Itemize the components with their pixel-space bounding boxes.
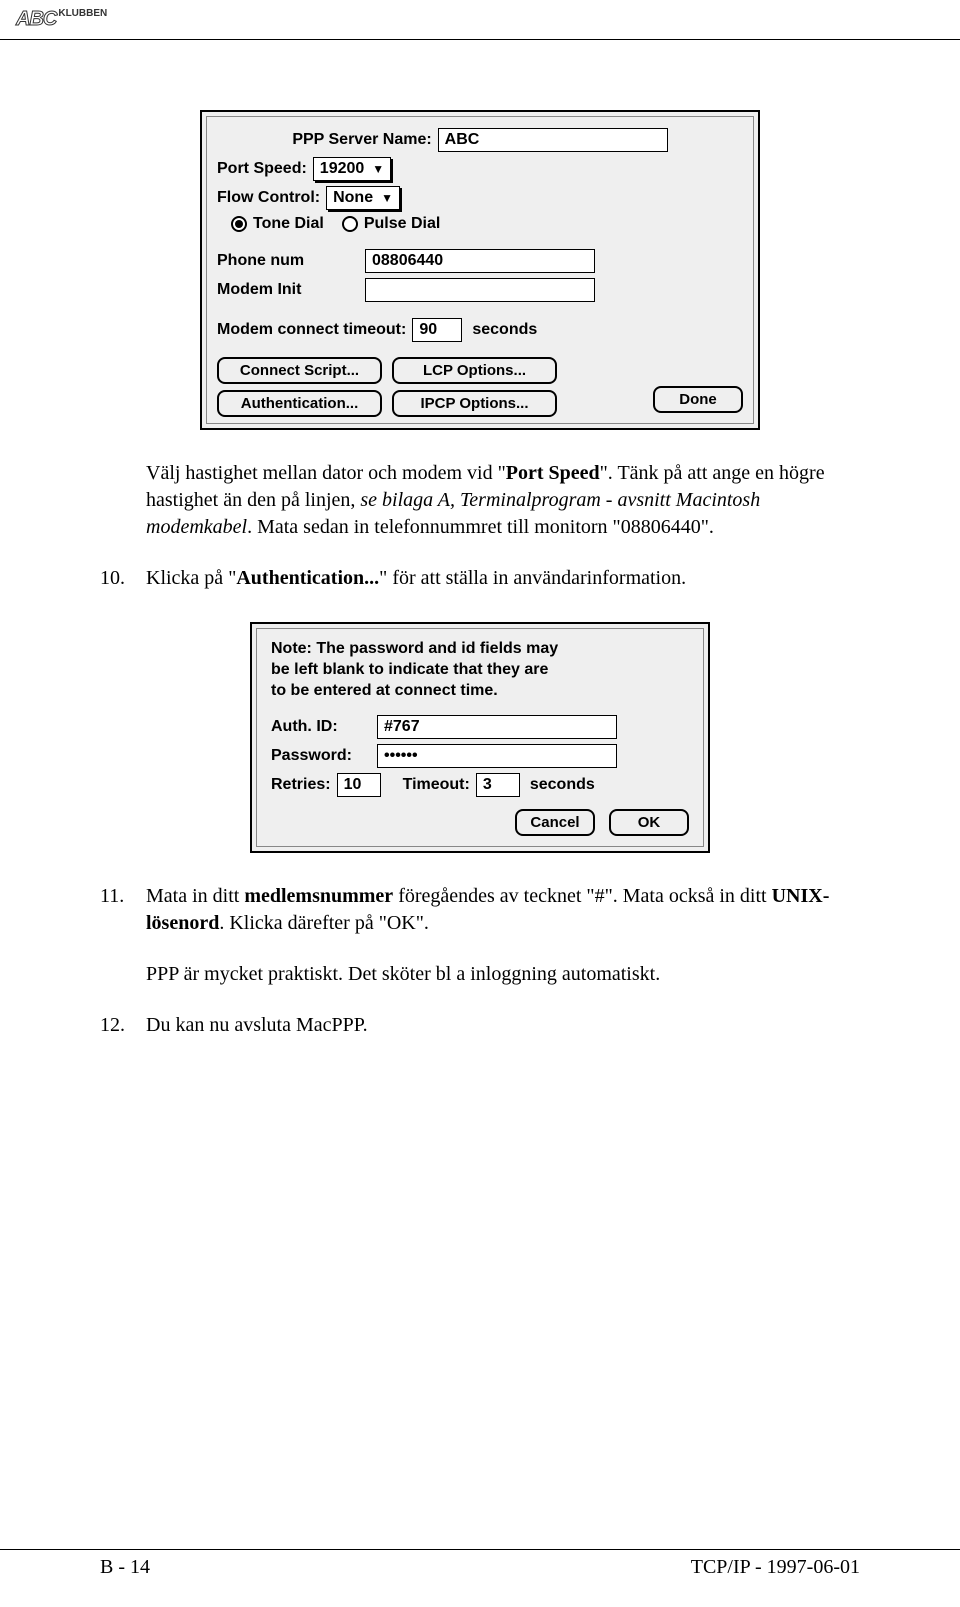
ok-button[interactable]: OK bbox=[609, 809, 689, 836]
password-label: Password: bbox=[271, 747, 371, 765]
tone-dial-radio[interactable]: Tone Dial bbox=[231, 215, 324, 233]
ppp-server-name-label: PPP Server Name: bbox=[292, 131, 431, 149]
ppp-server-name-input[interactable]: ABC bbox=[438, 128, 668, 152]
modem-init-input[interactable] bbox=[365, 278, 595, 302]
step-11: 11. Mata in ditt medlemsnummer föregåend… bbox=[100, 883, 860, 937]
auth-note: Note: The password and id fields may be … bbox=[271, 639, 689, 701]
step-10: 10. Klicka på "Authentication..." för at… bbox=[100, 565, 860, 592]
auth-id-input[interactable]: #767 bbox=[377, 715, 617, 739]
radio-selected-icon bbox=[231, 216, 247, 232]
retries-label: Retries: bbox=[271, 776, 331, 794]
pulse-dial-radio[interactable]: Pulse Dial bbox=[342, 215, 440, 233]
flow-control-dropdown[interactable]: None ▼ bbox=[326, 186, 400, 210]
lcp-options-button[interactable]: LCP Options... bbox=[392, 357, 557, 384]
footer-title: TCP/IP - 1997-06-01 bbox=[691, 1556, 860, 1579]
modem-timeout-input[interactable]: 90 bbox=[412, 318, 462, 342]
radio-unselected-icon bbox=[342, 216, 358, 232]
authentication-button[interactable]: Authentication... bbox=[217, 390, 382, 417]
password-input[interactable]: •••••• bbox=[377, 744, 617, 768]
flow-control-label: Flow Control: bbox=[217, 189, 320, 207]
cancel-button[interactable]: Cancel bbox=[515, 809, 595, 836]
retries-input[interactable]: 10 bbox=[337, 773, 381, 797]
seconds-label: seconds bbox=[530, 776, 595, 794]
modem-timeout-label: Modem connect timeout: bbox=[217, 321, 406, 339]
seconds-label: seconds bbox=[472, 321, 537, 339]
chevron-down-icon: ▼ bbox=[372, 162, 384, 176]
chevron-down-icon: ▼ bbox=[381, 191, 393, 205]
connect-script-button[interactable]: Connect Script... bbox=[217, 357, 382, 384]
phone-num-input[interactable]: 08806440 bbox=[365, 249, 595, 273]
phone-num-label: Phone num bbox=[217, 252, 359, 270]
paragraph-port-speed: Välj hastighet mellan dator och modem vi… bbox=[146, 460, 860, 541]
auth-id-label: Auth. ID: bbox=[271, 718, 371, 736]
port-speed-label: Port Speed: bbox=[217, 160, 307, 178]
timeout-label: Timeout: bbox=[403, 776, 470, 794]
page-footer: B - 14 TCP/IP - 1997-06-01 bbox=[0, 1549, 960, 1579]
step-12: 12. Du kan nu avsluta MacPPP. bbox=[100, 1012, 860, 1039]
authentication-dialog: Note: The password and id fields may be … bbox=[250, 622, 710, 853]
page-header: ABCKLUBBEN bbox=[0, 0, 960, 40]
paragraph-ppp-practical: PPP är mycket praktiskt. Det sköter bl a… bbox=[146, 961, 860, 988]
page-number: B - 14 bbox=[100, 1556, 150, 1579]
timeout-input[interactable]: 3 bbox=[476, 773, 520, 797]
ipcp-options-button[interactable]: IPCP Options... bbox=[392, 390, 557, 417]
abc-klubben-logo: ABCKLUBBEN bbox=[16, 8, 107, 30]
done-button[interactable]: Done bbox=[653, 386, 743, 413]
port-speed-dropdown[interactable]: 19200 ▼ bbox=[313, 157, 391, 181]
modem-init-label: Modem Init bbox=[217, 281, 359, 299]
ppp-config-dialog: PPP Server Name: ABC Port Speed: 19200 ▼… bbox=[200, 110, 760, 430]
